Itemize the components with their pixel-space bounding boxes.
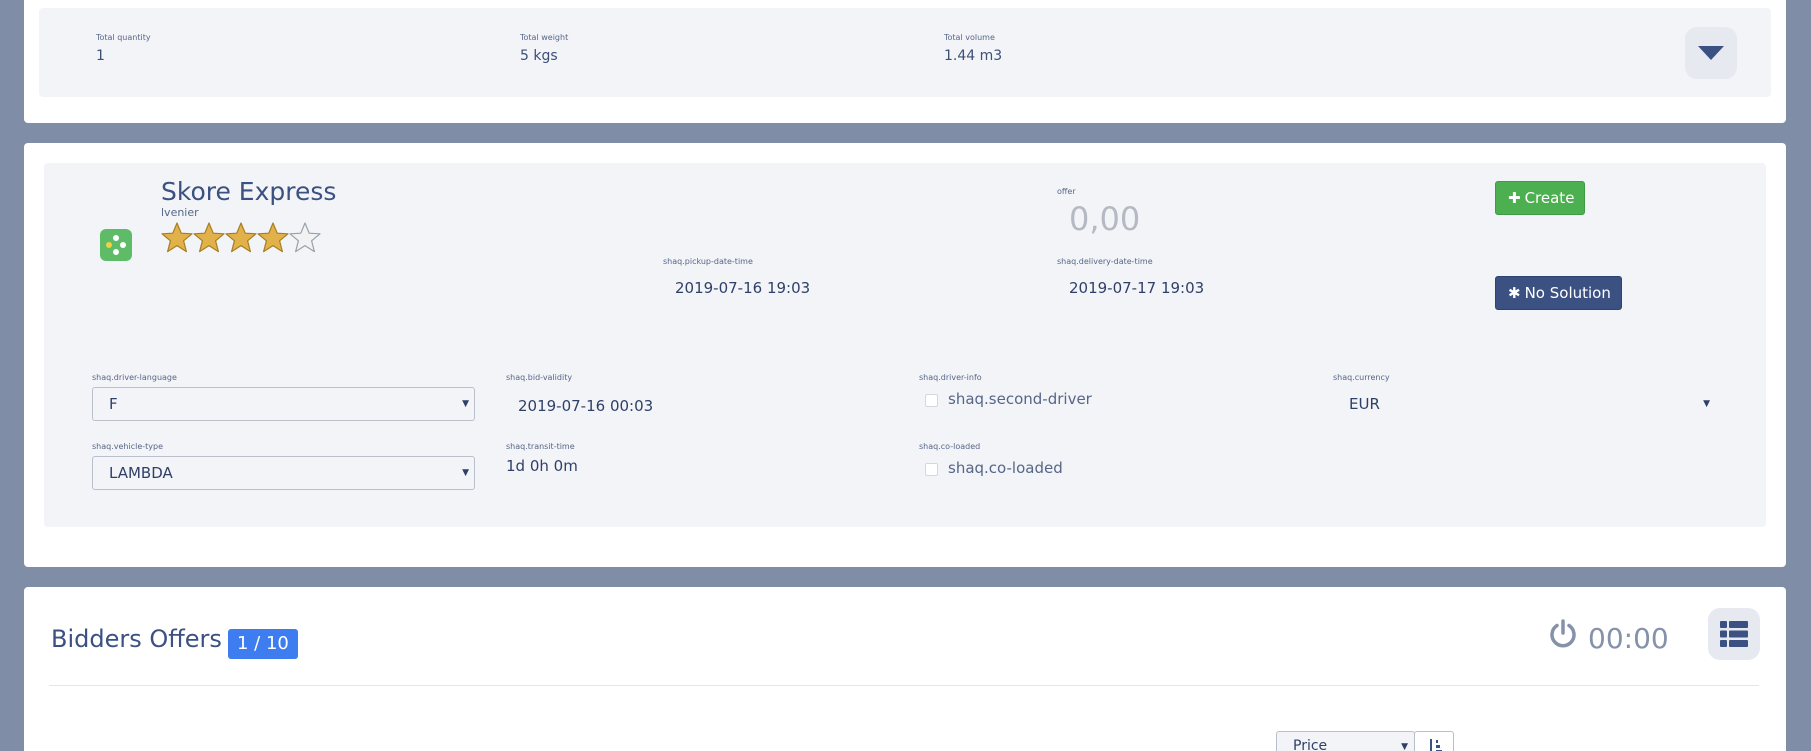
caret-down-icon — [1698, 46, 1724, 60]
total-quantity: Total quantity 1 — [96, 33, 151, 64]
pickup-date-time: shaq.pickup-date-time 2019-07-16 19:03 — [663, 257, 810, 297]
bid-validity: shaq.bid-validity 2019-07-16 00:03 — [506, 373, 653, 415]
delivery-value: 2019-07-17 19:03 — [1069, 279, 1205, 297]
co-loaded: shaq.co-loaded shaq.co-loaded — [919, 442, 1063, 479]
star-filled-icon — [161, 222, 193, 253]
list-icon — [1720, 621, 1748, 647]
no-solution-label: No Solution — [1524, 284, 1611, 302]
carrier-name: Skore Express — [161, 177, 337, 206]
section-title: Bidders Offers — [51, 625, 222, 653]
timer-value: 00:00 — [1588, 622, 1669, 655]
driver-language-value: F — [109, 395, 118, 413]
list-view-button[interactable] — [1708, 608, 1760, 660]
transit-time: shaq.transit-time 1d 0h 0m — [506, 442, 578, 475]
currency: shaq.currency EUR ▼ — [1333, 373, 1716, 421]
carrier-contact: lvenier — [161, 206, 199, 219]
driver-info-label: shaq.driver-info — [919, 373, 982, 382]
total-quantity-label: Total quantity — [96, 33, 151, 42]
sort-direction-button[interactable] — [1414, 731, 1454, 751]
bid-validity-value[interactable]: 2019-07-16 00:03 — [506, 397, 653, 415]
transit-time-label: shaq.transit-time — [506, 442, 575, 451]
vehicle-type-label: shaq.vehicle-type — [92, 442, 164, 451]
driver-language: shaq.driver-language F ▼ — [92, 373, 475, 421]
offer-value: 0,00 — [1069, 200, 1141, 238]
dropdown-arrow-icon: ▼ — [462, 468, 469, 478]
total-volume: Total volume 1.44 m3 — [944, 33, 1002, 64]
co-loaded-checkbox-label: shaq.co-loaded — [948, 459, 1063, 477]
second-driver-label: shaq.second-driver — [948, 390, 1092, 408]
dropdown-arrow-icon: ▼ — [462, 399, 469, 409]
bid-validity-label: shaq.bid-validity — [506, 373, 573, 382]
expand-summary-button[interactable] — [1685, 27, 1737, 79]
star-filled-icon — [257, 222, 289, 253]
summary-card: Total quantity 1 Total weight 5 kgs Tota… — [24, 0, 1786, 123]
shipment-summary: Total quantity 1 Total weight 5 kgs Tota… — [39, 8, 1771, 97]
divider — [49, 685, 1759, 686]
carrier-panel: Skore Express lvenier shaq.pickup-date-t… — [44, 163, 1766, 527]
create-label: Create — [1524, 189, 1575, 207]
driver-language-select[interactable]: F ▼ — [92, 387, 475, 421]
star-empty-icon — [289, 222, 321, 253]
offer-label: offer — [1057, 187, 1076, 196]
co-loaded-checkbox[interactable] — [925, 463, 938, 476]
vehicle-type: shaq.vehicle-type LAMBDA ▼ — [92, 442, 475, 490]
sort-amount-icon — [1430, 739, 1442, 751]
total-volume-value: 1.44 m3 — [944, 48, 1003, 64]
carrier-bid-card: Skore Express lvenier shaq.pickup-date-t… — [24, 143, 1786, 567]
total-weight-label: Total weight — [520, 33, 569, 42]
co-loaded-row: shaq.co-loaded — [919, 459, 1063, 479]
power-icon — [1550, 619, 1576, 648]
bidders-offers-card: Bidders Offers 1 / 10 00:00 Price ▼ — [24, 587, 1786, 751]
no-solution-button[interactable]: ✱ No Solution — [1495, 276, 1622, 310]
star-filled-icon — [193, 222, 225, 253]
pickup-label: shaq.pickup-date-time — [663, 257, 753, 266]
asterisk-icon: ✱ — [1508, 284, 1521, 302]
total-volume-label: Total volume — [944, 33, 995, 42]
currency-label: shaq.currency — [1333, 373, 1390, 382]
carrier-logo-icon — [100, 229, 132, 261]
plus-icon: ✚ — [1508, 189, 1521, 207]
star-filled-icon — [225, 222, 257, 253]
total-weight: Total weight 5 kgs — [520, 33, 568, 64]
currency-select[interactable]: EUR ▼ — [1333, 387, 1716, 421]
sort-field-select[interactable]: Price ▼ — [1276, 731, 1415, 751]
currency-value: EUR — [1349, 395, 1380, 413]
total-quantity-value: 1 — [96, 48, 105, 64]
dropdown-arrow-icon: ▼ — [1401, 742, 1408, 751]
second-driver-row: shaq.second-driver — [919, 390, 1092, 410]
delivery-date-time: shaq.delivery-date-time 2019-07-17 19:03 — [1057, 257, 1204, 297]
create-button[interactable]: ✚ Create — [1495, 181, 1585, 215]
pickup-value: 2019-07-16 19:03 — [675, 279, 811, 297]
offer: offer 0,00 — [1057, 187, 1140, 238]
offers-count-badge: 1 / 10 — [228, 629, 298, 659]
delivery-label: shaq.delivery-date-time — [1057, 257, 1153, 266]
vehicle-type-select[interactable]: LAMBDA ▼ — [92, 456, 475, 490]
vehicle-type-value: LAMBDA — [109, 464, 173, 482]
co-loaded-label: shaq.co-loaded — [919, 442, 981, 451]
second-driver-checkbox[interactable] — [925, 394, 938, 407]
driver-info: shaq.driver-info shaq.second-driver — [919, 373, 1092, 410]
transit-time-value: 1d 0h 0m — [506, 457, 578, 475]
dropdown-arrow-icon: ▼ — [1703, 399, 1710, 409]
total-weight-value: 5 kgs — [520, 48, 558, 64]
driver-language-label: shaq.driver-language — [92, 373, 177, 382]
sort-field-value: Price — [1293, 738, 1328, 751]
